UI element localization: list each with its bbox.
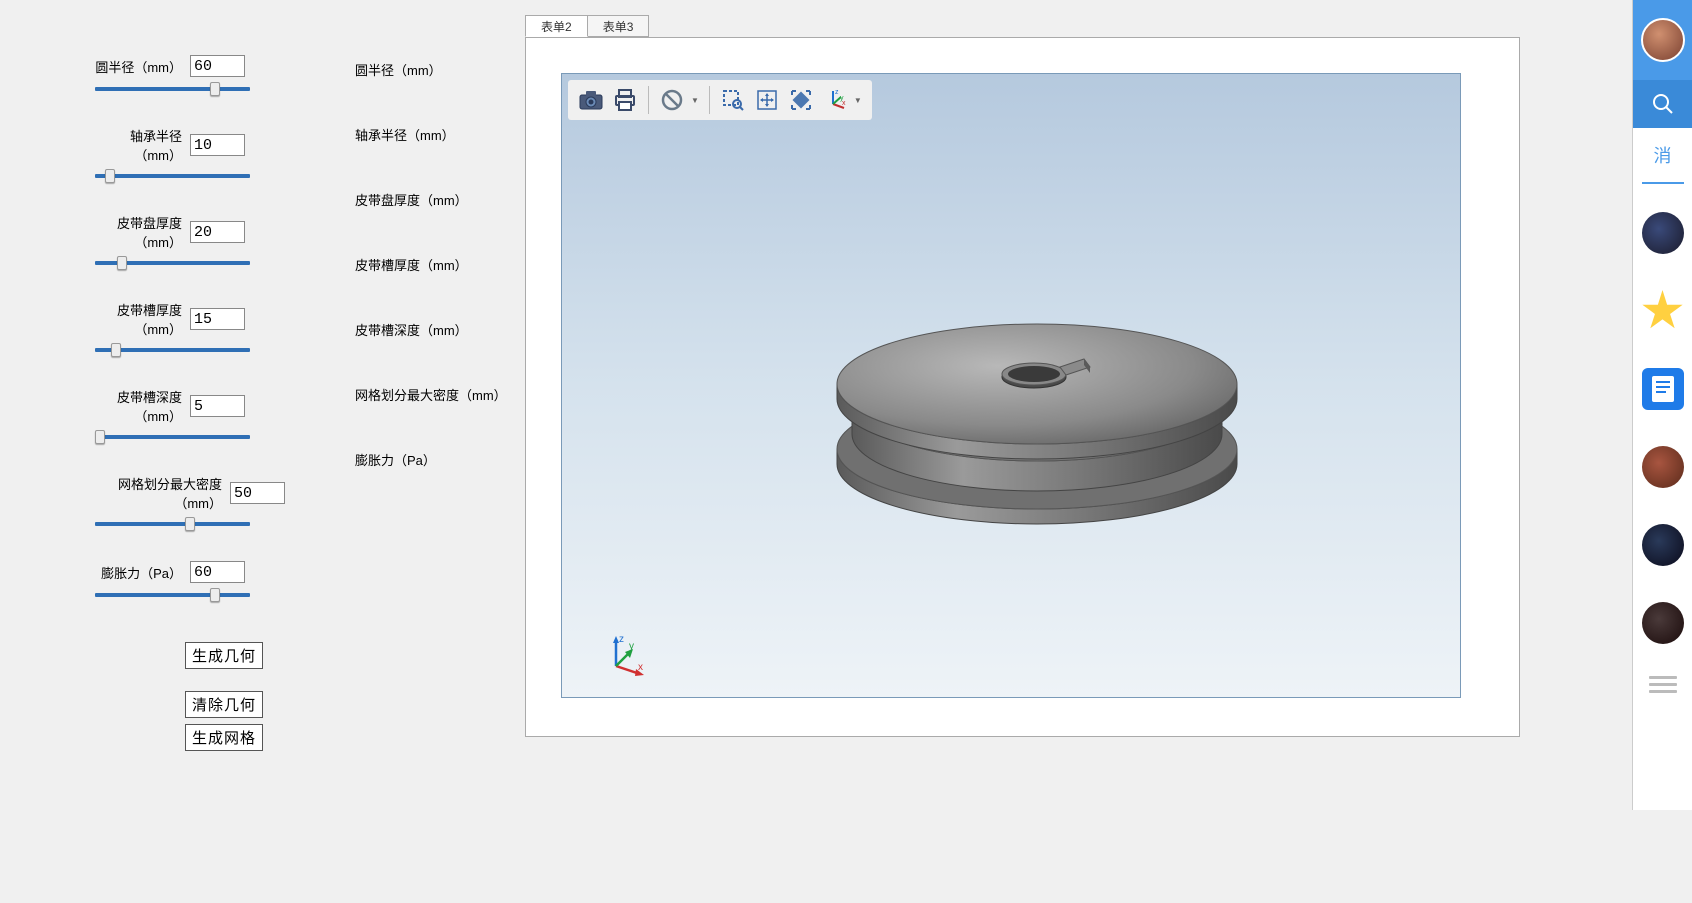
parameter-display-labels: 圆半径（mm）轴承半径（mm）皮带盘厚度（mm）皮带槽厚度（mm）皮带槽深度（m…: [355, 55, 507, 510]
axes-icon[interactable]: zxy: [818, 83, 852, 117]
param-slider-2[interactable]: [95, 261, 250, 265]
zoom-extents-icon[interactable]: [784, 83, 818, 117]
generate-geometry-button[interactable]: 生成几何: [185, 642, 263, 669]
tab-form3[interactable]: 表单3: [587, 15, 650, 37]
3d-viewer[interactable]: ▼ zxy ▼: [561, 73, 1461, 698]
param-input-1[interactable]: [190, 134, 245, 156]
slider-thumb[interactable]: [210, 588, 220, 602]
pan-icon[interactable]: [750, 83, 784, 117]
svg-text:y: y: [840, 95, 844, 102]
slider-thumb[interactable]: [117, 256, 127, 270]
dock-search-button[interactable]: [1633, 80, 1692, 128]
dock-menu-icon[interactable]: [1649, 672, 1677, 697]
dock-contact-3[interactable]: [1642, 524, 1684, 566]
slider-thumb[interactable]: [210, 82, 220, 96]
tabs-area: 表单2 表单3 ▼: [525, 15, 1520, 737]
param-input-6[interactable]: [190, 561, 245, 583]
param-input-4[interactable]: [190, 395, 245, 417]
svg-text:y: y: [629, 641, 634, 652]
dock-tab-messages[interactable]: 消: [1642, 128, 1684, 184]
dock-app-icon[interactable]: [1642, 368, 1684, 410]
side-dock: 消: [1632, 0, 1692, 810]
param-label: 轴承半径（mm）: [95, 126, 190, 164]
param-display-label: 圆半径（mm）: [355, 55, 507, 120]
param-label: 皮带盘厚度（mm）: [95, 213, 190, 251]
param-input-0[interactable]: [190, 55, 245, 77]
param-slider-0[interactable]: [95, 87, 250, 91]
clear-geometry-button[interactable]: 清除几何: [185, 691, 263, 718]
param-display-label: 皮带槽厚度（mm）: [355, 250, 507, 315]
forbid-dropdown[interactable]: ▼: [655, 83, 703, 117]
param-label: 皮带槽深度（mm）: [95, 387, 190, 425]
param-label: 皮带槽厚度（mm）: [95, 300, 190, 338]
param-slider-5[interactable]: [95, 522, 250, 526]
param-slider-3[interactable]: [95, 348, 250, 352]
camera-icon[interactable]: [574, 83, 608, 117]
param-display-label: 皮带槽深度（mm）: [355, 315, 507, 380]
param-slider-1[interactable]: [95, 174, 250, 178]
zoom-select-icon[interactable]: [716, 83, 750, 117]
param-display-label: 皮带盘厚度（mm）: [355, 185, 507, 250]
slider-thumb[interactable]: [105, 169, 115, 183]
svg-text:x: x: [638, 662, 643, 673]
svg-text:z: z: [835, 89, 839, 96]
viewer-toolbar: ▼ zxy ▼: [568, 80, 872, 120]
dock-favorites[interactable]: [1642, 290, 1684, 332]
forbid-icon[interactable]: [655, 83, 689, 117]
generate-mesh-button[interactable]: 生成网格: [185, 724, 263, 751]
param-display-label: 轴承半径（mm）: [355, 120, 507, 185]
param-display-label: 膨胀力（Pa）: [355, 445, 507, 510]
chevron-down-icon: ▼: [854, 96, 862, 105]
tab-form2[interactable]: 表单2: [525, 15, 588, 37]
orientation-triad: z x y: [602, 632, 647, 677]
parameter-panel: 圆半径（mm）轴承半径（mm）皮带盘厚度（mm）皮带槽厚度（mm）皮带槽深度（m…: [0, 0, 525, 903]
param-display-label: 网格划分最大密度（mm）: [355, 380, 507, 445]
slider-thumb[interactable]: [95, 430, 105, 444]
dock-contact-1[interactable]: [1642, 212, 1684, 254]
param-label: 网格划分最大密度（mm）: [95, 474, 230, 512]
slider-thumb[interactable]: [111, 343, 121, 357]
chevron-down-icon: ▼: [691, 96, 699, 105]
param-input-2[interactable]: [190, 221, 245, 243]
param-row-6: 膨胀力（Pa）: [0, 561, 525, 583]
slider-thumb[interactable]: [185, 517, 195, 531]
dock-avatar[interactable]: [1633, 0, 1692, 80]
dock-contact-4[interactable]: [1642, 602, 1684, 644]
toolbar-separator: [709, 86, 710, 114]
axes-dropdown[interactable]: zxy ▼: [818, 83, 866, 117]
pulley-model: [822, 239, 1252, 529]
param-label: 圆半径（mm）: [95, 57, 190, 76]
tab-content: ▼ zxy ▼: [525, 37, 1520, 737]
param-input-3[interactable]: [190, 308, 245, 330]
param-input-5[interactable]: [230, 482, 285, 504]
print-icon[interactable]: [608, 83, 642, 117]
svg-text:z: z: [619, 634, 624, 645]
param-label: 膨胀力（Pa）: [95, 563, 190, 582]
param-slider-6[interactable]: [95, 593, 250, 597]
param-slider-4[interactable]: [95, 435, 250, 439]
toolbar-separator: [648, 86, 649, 114]
tab-strip: 表单2 表单3: [525, 15, 1520, 37]
dock-contact-2[interactable]: [1642, 446, 1684, 488]
